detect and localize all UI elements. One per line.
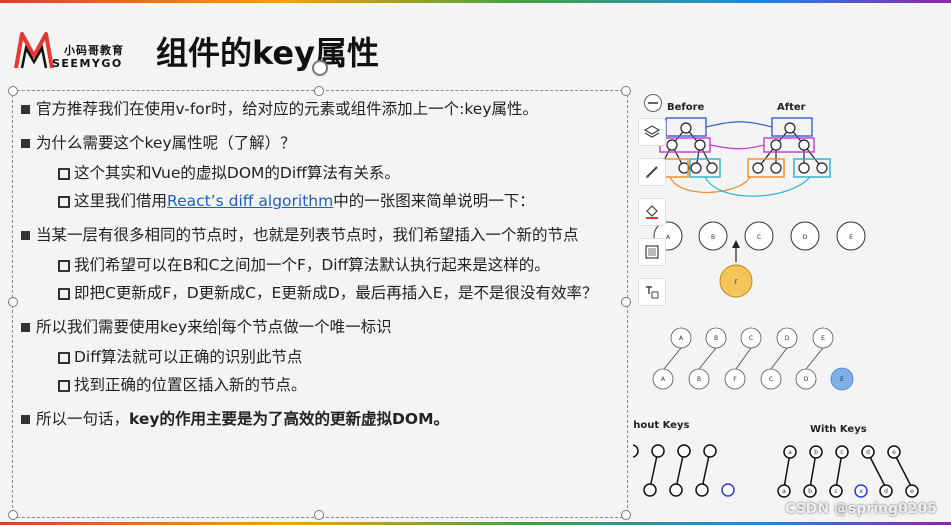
top-node-c: C	[749, 335, 753, 342]
resize-handle-top-left[interactable]	[8, 86, 18, 96]
bullet-5: 所以一句话，key的作用主要是为了高效的更新虚拟DOM。	[20, 407, 620, 431]
paint-bucket-icon	[646, 205, 658, 219]
bullet-5-pre: 所以一句话，	[36, 410, 130, 428]
resize-handle-middle-right[interactable]	[621, 297, 631, 307]
with-keys-diagram	[777, 445, 919, 498]
top-node-e: E	[821, 335, 825, 342]
bullet-4-pre: 所以我们需要使用key来给	[36, 318, 219, 336]
without-keys-label: Without Keys	[633, 420, 689, 431]
top-node-d: D	[785, 335, 790, 342]
pen-button[interactable]	[638, 158, 666, 186]
pen-icon	[646, 166, 658, 178]
with-keys-label: With Keys	[810, 424, 867, 435]
sub-bullet-4-2: 找到正确的位置区插入新的节点。	[20, 373, 620, 397]
bottom-node-f: F	[733, 376, 737, 383]
sub-bullet-4-1: Diff算法就可以正确的识别此节点	[20, 345, 620, 369]
logo-mark-icon	[14, 32, 54, 69]
resize-handle-bottom-right[interactable]	[621, 510, 631, 520]
sub-bullet-2-1: 这个其实和Vue的虚拟DOM的Diff算法有关系。	[20, 161, 620, 185]
resize-handle-bottom-left[interactable]	[8, 510, 18, 520]
border-icon	[645, 245, 659, 259]
react-diff-link[interactable]: React’s diff algorithm	[167, 192, 333, 210]
wk-bottom-x: x	[859, 488, 863, 495]
top-color-bar	[0, 0, 951, 3]
bottom-node-e: E	[840, 376, 844, 383]
wk-top-e: e	[892, 449, 896, 456]
rotate-handle[interactable]	[312, 60, 328, 76]
wk-bottom-d: d	[884, 488, 888, 495]
sub-bullet-2-2-post: 中的一张图来简单说明一下：	[333, 192, 535, 210]
diff-diagram: Before After A B C D E F A B C D E A B F…	[633, 102, 919, 498]
layers-icon	[644, 125, 660, 138]
wk-top-a: a	[788, 449, 792, 456]
node-c: C	[757, 234, 761, 241]
bullet-list: 官方推荐我们在使用v-for时，给对应的元素或组件添加上一个:key属性。 为什…	[20, 97, 620, 437]
bullet-5-bold: key的作用主要是为了高效的更新虚拟DOM。	[129, 410, 449, 428]
text-box-button[interactable]	[638, 278, 666, 306]
node-b: B	[711, 234, 715, 241]
resize-handle-bottom-center[interactable]	[314, 510, 324, 520]
page-title: 组件的key属性	[156, 34, 379, 72]
watermark: CSDN @spring0205	[785, 501, 937, 517]
resize-handle-top-center[interactable]	[314, 86, 324, 96]
sub-bullet-2-2-pre: 这里我们借用	[74, 192, 168, 210]
update-rows: A B C D E A B F C D E	[652, 327, 854, 391]
before-label: Before	[667, 102, 705, 113]
node-f-insert: F	[734, 279, 738, 286]
wk-top-b: b	[814, 449, 818, 456]
bullet-4: 所以我们需要使用key来给 每个节点做一个唯一标识	[20, 315, 620, 339]
wk-top-d: d	[866, 449, 870, 456]
logo: 小码哥教育 SEEMYGO	[14, 30, 144, 72]
text-box-icon	[646, 286, 659, 299]
sub-bullet-3-2: 即把C更新成F，D更新成C，E更新成D，最后再插入E，是不是很没有效率？	[20, 281, 620, 305]
floating-toolbar	[638, 118, 668, 318]
node-e: E	[849, 234, 853, 241]
border-button[interactable]	[638, 238, 666, 266]
without-keys-diagram	[633, 444, 735, 497]
sub-bullet-2-2: 这里我们借用React’s diff algorithm中的一张图来简单说明一下…	[20, 189, 620, 213]
bullet-2: 为什么需要这个key属性呢（了解）？	[20, 131, 620, 155]
wk-bottom-a: a	[782, 488, 786, 495]
resize-handle-middle-left[interactable]	[8, 297, 18, 307]
insert-row: A B C D E F	[653, 221, 866, 298]
bullet-3: 当某一层有很多相同的节点时，也就是列表节点时，我们希望插入一个新的节点	[20, 223, 620, 247]
resize-handle-top-right[interactable]	[621, 86, 631, 96]
after-label: After	[777, 102, 806, 113]
wk-bottom-c: c	[834, 488, 837, 495]
wk-top-c: c	[840, 449, 843, 456]
bottom-node-c: C	[769, 376, 773, 383]
bullet-4-post: 每个节点做一个唯一标识	[221, 318, 392, 336]
with-keys-letters: a b c d e a b c x d e	[782, 449, 914, 495]
top-node-b: B	[714, 335, 718, 342]
node-d: D	[803, 234, 808, 241]
bullet-1: 官方推荐我们在使用v-for时，给对应的元素或组件添加上一个:key属性。	[20, 97, 620, 121]
layers-button[interactable]	[638, 118, 666, 146]
fill-button[interactable]	[638, 198, 666, 226]
sub-bullet-3-1: 我们希望可以在B和C之间加一个F，Diff算法默认执行起来是这样的。	[20, 253, 620, 277]
logo-text-en: SEEMYGO	[52, 57, 123, 70]
wk-bottom-b: b	[808, 488, 812, 495]
text-cursor	[219, 318, 221, 335]
wk-bottom-e: e	[910, 488, 914, 495]
logo-text-cn: 小码哥教育	[64, 44, 124, 57]
bottom-node-d: D	[804, 376, 809, 383]
bottom-node-b: B	[697, 376, 701, 383]
